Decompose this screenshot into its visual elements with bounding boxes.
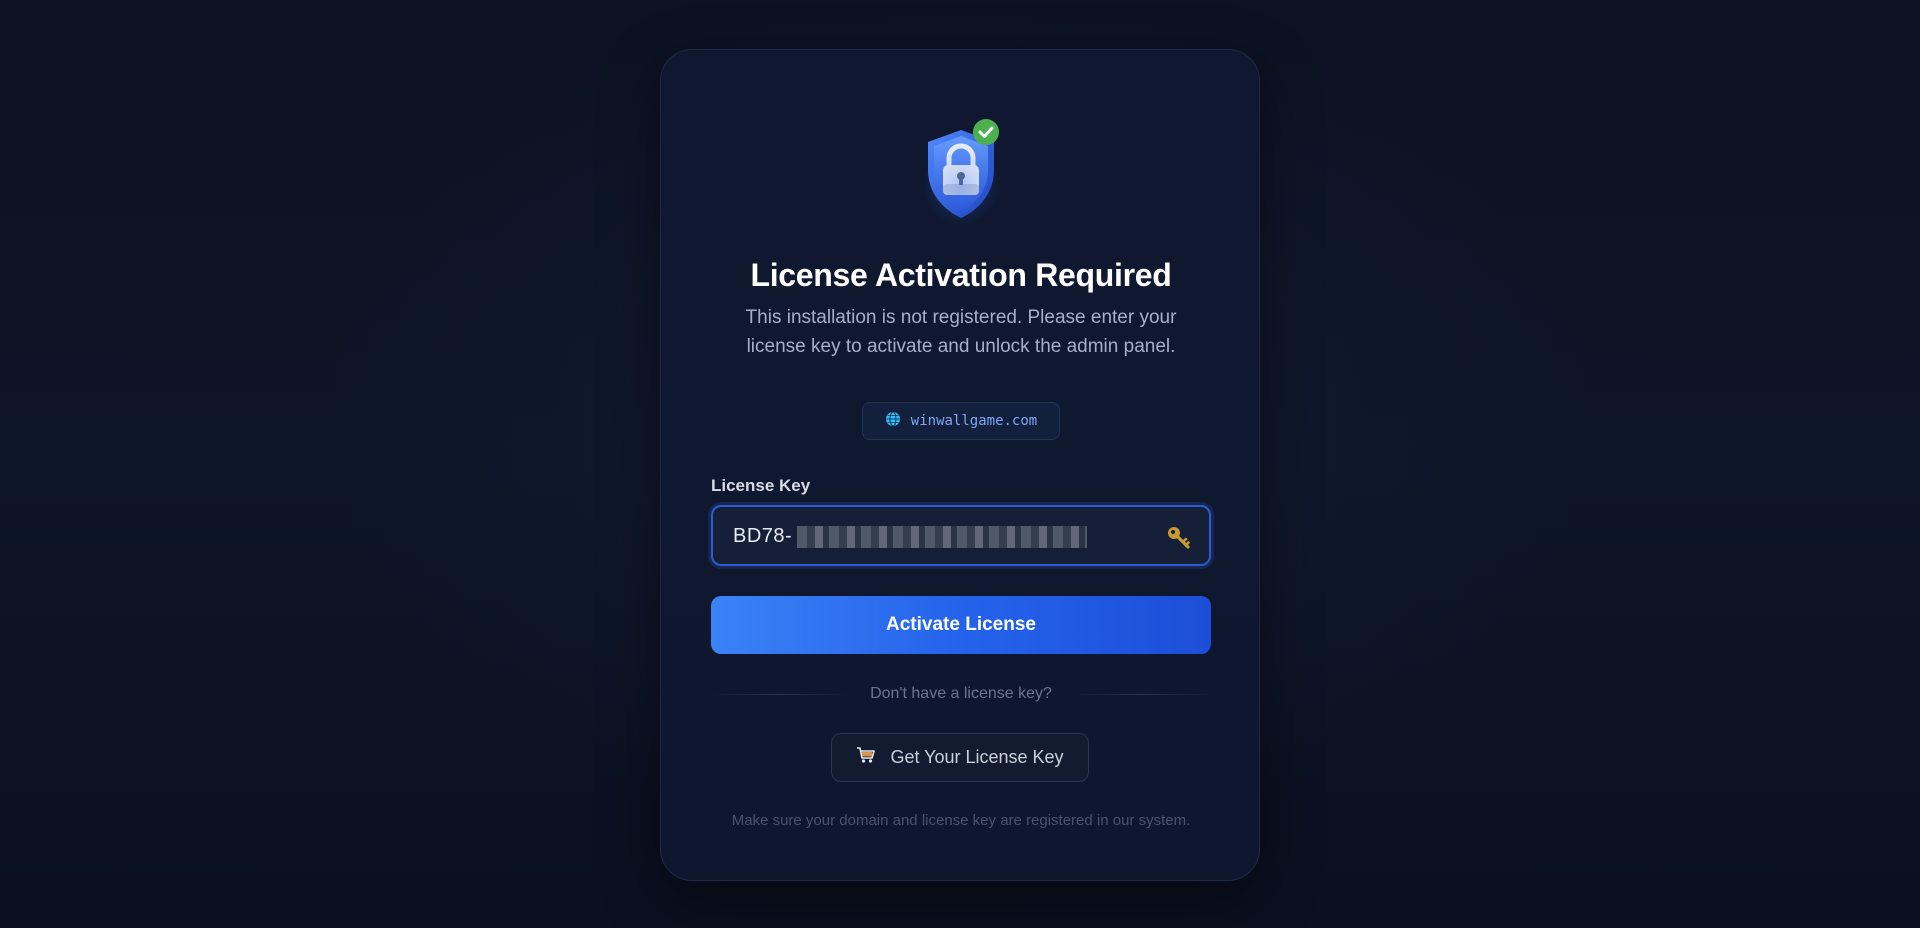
page-subtitle: This installation is not registered. Ple… (745, 307, 1177, 357)
shield-lock-check-icon (916, 116, 1006, 226)
divider-line-right (1073, 693, 1212, 695)
alt-divider: Don't have a license key? (711, 684, 1212, 704)
license-key-input[interactable]: BD78- (711, 505, 1211, 566)
get-license-key-label: Get Your License Key (890, 747, 1064, 767)
divider-text: Don't have a license key? (870, 685, 1052, 702)
get-license-key-button[interactable]: Get Your License Key (831, 733, 1089, 782)
activate-license-button[interactable]: Activate License (711, 596, 1211, 654)
redacted-key-segment (797, 526, 1087, 548)
globe-icon (885, 411, 901, 432)
page-title: License Activation Required (750, 257, 1172, 293)
domain-badge: winwallgame.com (862, 402, 1060, 440)
divider-line-left (711, 693, 849, 695)
cart-icon (856, 746, 876, 769)
license-card: License Activation Required This install… (660, 49, 1260, 881)
license-key-label: License Key (711, 476, 811, 495)
footer-note: Make sure your domain and license key ar… (731, 812, 1191, 829)
domain-text: winwallgame.com (910, 413, 1038, 429)
license-key-value: BD78- (733, 525, 793, 547)
key-icon (1165, 524, 1191, 550)
